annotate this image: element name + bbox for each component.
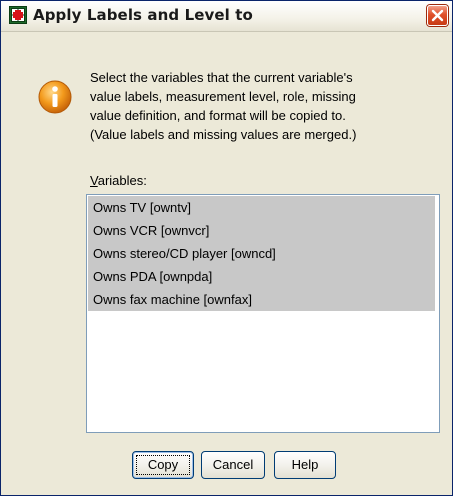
close-button[interactable] xyxy=(427,5,448,26)
list-item[interactable]: Owns stereo/CD player [owncd] xyxy=(88,242,435,265)
cancel-button-label: Cancel xyxy=(212,457,254,472)
help-button[interactable]: Help xyxy=(274,451,336,479)
variables-label-mnemonic: V xyxy=(90,173,98,188)
focus-rect xyxy=(136,455,190,475)
variables-label-text: ariables: xyxy=(97,173,147,188)
cancel-button[interactable]: Cancel xyxy=(201,451,265,479)
window-title: Apply Labels and Level to xyxy=(33,6,253,24)
variables-label: Variables: xyxy=(90,173,147,188)
info-icon xyxy=(37,79,73,115)
dialog-window: Apply Labels and Level to Select the var… xyxy=(0,0,453,496)
copy-button[interactable]: Copy xyxy=(132,451,194,479)
instruction-text: Select the variables that the current va… xyxy=(90,70,357,142)
list-item[interactable]: Owns VCR [ownvcr] xyxy=(88,219,435,242)
title-bar[interactable]: Apply Labels and Level to xyxy=(1,1,452,32)
list-item[interactable]: Owns TV [owntv] xyxy=(88,196,435,219)
list-item[interactable]: Owns fax machine [ownfax] xyxy=(88,288,435,311)
spss-dialog-icon xyxy=(9,6,27,24)
help-button-label: Help xyxy=(291,457,319,472)
variables-listbox[interactable]: Owns TV [owntv] Owns VCR [ownvcr] Owns s… xyxy=(86,194,440,433)
list-item[interactable]: Owns PDA [ownpda] xyxy=(88,265,435,288)
